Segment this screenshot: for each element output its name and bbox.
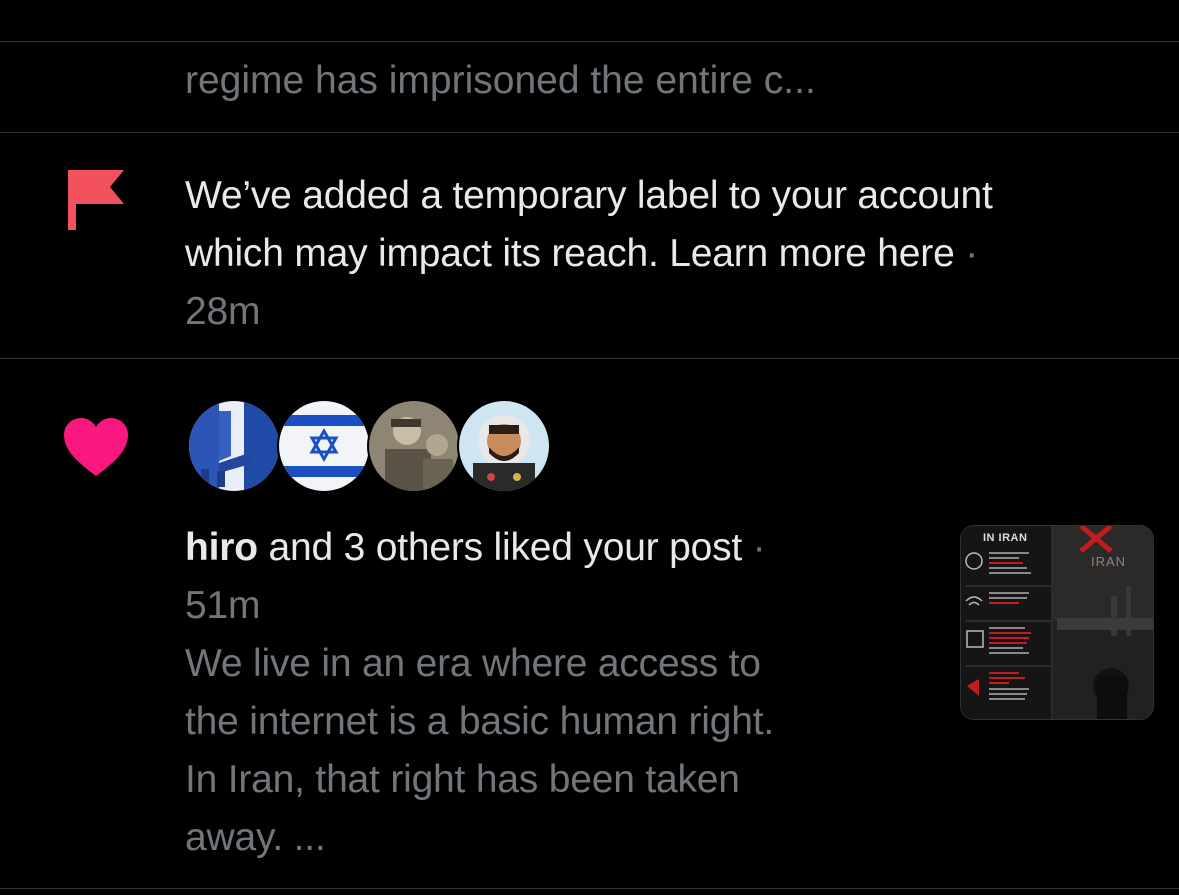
label-line-2: which may impact its reach. Learn more h… xyxy=(185,225,993,283)
post-preview-line-4: away. ... xyxy=(185,816,326,859)
post-preview-line-2: the internet is a basic human right. xyxy=(185,700,774,743)
avatar[interactable] xyxy=(189,401,279,491)
post-preview-line-3: In Iran, that right has been taken xyxy=(185,758,740,801)
post-preview-line-1: We live in an era where access to xyxy=(185,642,761,685)
thumbnail-header: IN IRAN xyxy=(983,532,1028,544)
divider-bottom xyxy=(0,888,1179,889)
actor-name[interactable]: hiro xyxy=(185,526,258,569)
avatar[interactable] xyxy=(459,401,549,491)
thumbnail-watermark: IRAN xyxy=(1091,554,1127,569)
separator-dot: · xyxy=(742,526,766,569)
like-action: and 3 others liked your post xyxy=(257,526,743,569)
like-headline: hiro and 3 others liked your post · xyxy=(185,519,774,577)
avatar[interactable] xyxy=(369,401,459,491)
separator-dot: · xyxy=(954,232,979,275)
learn-more-link[interactable]: Learn more here xyxy=(669,232,955,275)
previous-post-snippet[interactable]: regime has imprisoned the entire c... xyxy=(185,52,816,110)
like-notification-text: hiro and 3 others liked your post · 51m … xyxy=(185,519,774,867)
heart-icon xyxy=(64,418,128,476)
label-timestamp: 28m xyxy=(185,290,261,333)
post-preview[interactable]: We live in an era where access to the in… xyxy=(185,635,774,867)
divider-top xyxy=(0,41,1179,42)
avatar[interactable] xyxy=(279,401,369,491)
label-line-2-text: which may impact its reach. xyxy=(185,232,670,275)
post-thumbnail[interactable]: IN IRAN IRAN xyxy=(960,525,1154,720)
label-line-1: We’ve added a temporary label to your ac… xyxy=(185,174,993,217)
like-timestamp: 51m xyxy=(185,584,261,627)
label-notification-text: We’ve added a temporary label to your ac… xyxy=(185,167,993,341)
flag-icon xyxy=(68,170,124,230)
